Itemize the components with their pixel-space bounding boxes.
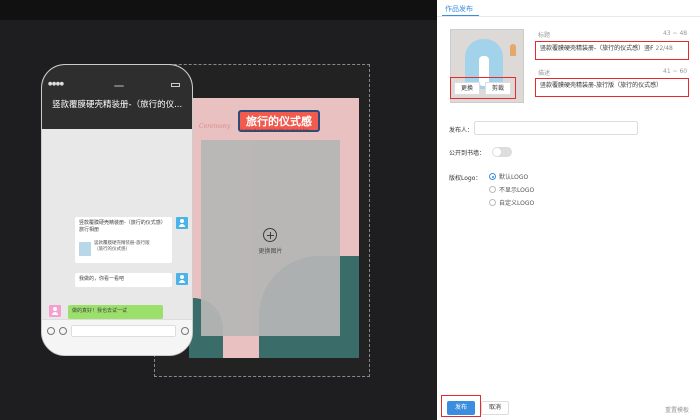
radio-icon[interactable] <box>489 186 496 193</box>
bookshelf-toggle[interactable] <box>492 147 512 157</box>
description-length-range: 41 ~ 60 <box>663 68 688 75</box>
description-label: 描述 <box>538 70 551 77</box>
logo-option-label: 不显示LOGO <box>499 187 535 194</box>
cancel-button[interactable]: 取消 <box>481 401 509 415</box>
add-image-icon[interactable] <box>263 228 277 242</box>
bookshelf-label: 公开到书墙： <box>449 150 486 157</box>
user-avatar-icon <box>176 217 188 229</box>
cover-page: Ceremony 旅行的仪式感 A sign of a wonderful li… <box>189 98 359 358</box>
chat-message: 我做的，你看一看吧 <box>75 273 172 287</box>
description-input[interactable]: 竖款覆膜硬壳精装册-旅行版（旅行的仪式感） <box>535 78 689 97</box>
divider <box>437 16 700 17</box>
phone-title: 竖款覆膜硬壳精装册-（旅行的仪... <box>52 100 183 110</box>
chat-message-card: 竖款覆膜硬壳精装册-（旅行的仪式感）旅行相册 竖款覆膜硬壳精装册-旅行版（旅行的… <box>75 217 172 263</box>
battery-icon <box>171 83 180 87</box>
image-placeholder[interactable]: 更换图片 <box>201 140 340 336</box>
title-input[interactable]: 竖款覆膜硬壳精装册-（旅行的仪式感）竖F 22/48 <box>535 41 689 60</box>
chat-message-reply: 做的真好！我也去试一试 <box>68 305 163 319</box>
logo-option-label: 默认LOGO <box>499 174 529 181</box>
logo-option-label: 自定义LOGO <box>499 200 535 207</box>
editor-area: Ceremony 旅行的仪式感 A sign of a wonderful li… <box>0 0 437 420</box>
title-length-range: 43 ~ 48 <box>663 30 688 37</box>
ice-cream-icon <box>510 44 516 56</box>
phone-preview: ●●●● 竖款覆膜硬壳精装册-（旅行的仪... 竖款覆膜硬壳精装册-（旅行的仪式… <box>41 64 193 356</box>
cover-subtitle: A sign of a wonderful life to start a tr… <box>241 128 309 132</box>
phone-header: ●●●● 竖款覆膜硬壳精装册-（旅行的仪... <box>42 65 192 129</box>
editor-topbar <box>0 0 437 20</box>
replace-image-label[interactable]: 更换图片 <box>201 246 340 255</box>
chat-input-bar <box>42 319 192 355</box>
title-label: 标题 <box>538 32 551 39</box>
publish-button[interactable]: 发布 <box>447 401 475 415</box>
title-value: 竖款覆膜硬壳精装册-（旅行的仪式感）竖F <box>540 45 654 52</box>
emoji-icon <box>59 327 67 335</box>
voice-icon <box>181 327 189 335</box>
plus-icon <box>47 327 55 335</box>
crop-cover-button[interactable]: 剪裁 <box>485 82 511 95</box>
radio-checked-icon[interactable] <box>489 173 496 180</box>
phone-speaker <box>114 85 124 87</box>
title-char-count: 22/48 <box>655 45 673 52</box>
card-description: 竖款覆膜硬壳精装册-旅行版（旅行的仪式感） <box>94 241 150 252</box>
chat-body: 竖款覆膜硬壳精装册-（旅行的仪式感）旅行相册 竖款覆膜硬壳精装册-旅行版（旅行的… <box>42 129 192 329</box>
publish-panel: 作品发布 更换 剪裁 标题 43 ~ 48 竖款覆膜硬壳精装册-（旅行的仪式感）… <box>437 0 700 420</box>
chat-input <box>71 325 176 337</box>
thumbnail-actions: 更换 剪裁 <box>450 77 516 99</box>
publisher-label: 发布人： <box>449 127 474 134</box>
chat-message-text: 竖款覆膜硬壳精装册-（旅行的仪式感）旅行相册 <box>79 220 166 233</box>
user-avatar-icon <box>176 273 188 285</box>
friend-avatar-icon <box>49 305 61 317</box>
reset-template-link[interactable]: 重置模板 <box>665 405 689 414</box>
cover-script-text: Ceremony <box>199 123 231 130</box>
logo-label: 版权Logo： <box>449 175 482 182</box>
replace-cover-button[interactable]: 更换 <box>454 82 480 95</box>
signal-icon: ●●●● <box>48 81 64 87</box>
card-thumbnail <box>79 242 91 256</box>
radio-icon[interactable] <box>489 199 496 206</box>
publisher-input[interactable] <box>474 121 638 135</box>
